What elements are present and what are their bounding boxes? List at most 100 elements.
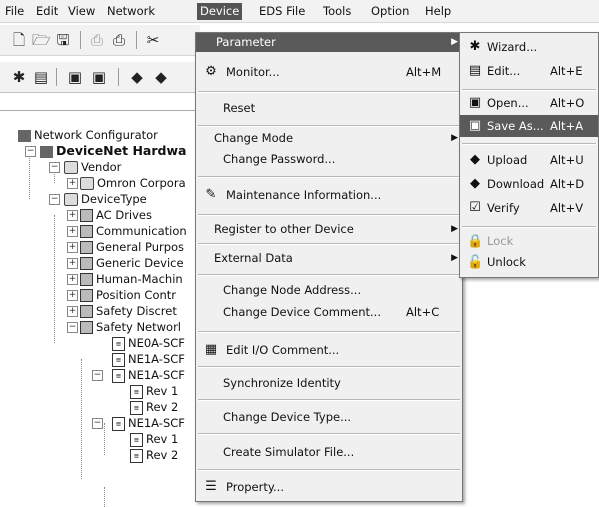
menu-eds-file[interactable]: EDS File <box>256 3 308 20</box>
eds-device-icon: ≡ <box>112 352 125 367</box>
tree-group-safety-discrete[interactable]: Safety Discret <box>80 303 177 319</box>
tree-device[interactable]: ≡ NE0A-SCF <box>112 335 185 351</box>
tree-device[interactable]: ≡ NE1A-SCF <box>112 415 185 431</box>
menu-file[interactable]: File <box>2 3 27 20</box>
menu-help[interactable]: Help <box>422 3 454 20</box>
menu-item-lock[interactable]: 🔒 Lock <box>460 231 598 252</box>
menu-separator <box>462 226 596 228</box>
device-group-icon <box>80 289 93 302</box>
submenu-arrow-icon: ▶ <box>451 224 458 234</box>
print-icon[interactable]: ⎙ <box>88 31 106 49</box>
expand-toggle[interactable]: + <box>67 242 78 253</box>
tree-group-ac-drives[interactable]: AC Drives <box>80 207 152 223</box>
tree-group-communication[interactable]: Communication <box>80 223 187 239</box>
menu-item-open[interactable]: ▣ Open... Alt+O <box>460 91 598 115</box>
expand-toggle[interactable]: + <box>67 226 78 237</box>
collapse-toggle[interactable]: − <box>49 162 60 173</box>
tree-group-generic-device[interactable]: Generic Device <box>80 255 184 271</box>
device-group-icon <box>80 225 93 238</box>
device-menu: Parameter ▶ ⚙ Monitor... Alt+M Reset Cha… <box>195 32 463 502</box>
device-group-icon <box>80 257 93 270</box>
menu-item-unlock[interactable]: 🔓 Unlock <box>460 252 598 273</box>
menu-item-maintenance[interactable]: ✎ Maintenance Information... <box>196 182 462 208</box>
menu-item-change-device-type[interactable]: Change Device Type... <box>196 404 462 430</box>
eds-device-icon: ≡ <box>112 336 125 351</box>
tree-revision[interactable]: ≡ Rev 2 <box>130 447 178 463</box>
menu-item-save-as[interactable]: ▣ Save As... Alt+A <box>460 115 598 137</box>
menu-option[interactable]: Option <box>368 3 412 20</box>
tree-group-position-controller[interactable]: Position Contr <box>80 287 176 303</box>
open-folder-icon[interactable]: 🗁 <box>32 31 51 49</box>
menu-network[interactable]: Network <box>104 3 158 20</box>
eds-device-icon: ≡ <box>130 400 143 415</box>
open-icon: ▣ <box>468 95 482 110</box>
toolbar-main: 🗋 🗁 🖫 ⎙ ⎙ ✂ <box>0 25 200 56</box>
expand-toggle[interactable]: + <box>67 258 78 269</box>
menu-item-edit-io-comment[interactable]: ▦ Edit I/O Comment... <box>196 337 462 363</box>
menu-item-parameter[interactable]: Parameter ▶ <box>196 33 462 52</box>
tree-hardware[interactable]: DeviceNet Hardwa <box>40 143 186 159</box>
wizard-icon[interactable]: ✱ <box>10 68 28 86</box>
menu-view[interactable]: View <box>65 3 98 20</box>
edit-icon: ▤ <box>468 63 482 78</box>
tree-revision[interactable]: ≡ Rev 1 <box>130 431 178 447</box>
menu-item-download[interactable]: ◆ Download Alt+D <box>460 172 598 196</box>
submenu-arrow-icon: ▶ <box>451 253 458 263</box>
expand-toggle[interactable]: + <box>67 290 78 301</box>
cut-icon[interactable]: ✂ <box>144 31 162 49</box>
maintenance-icon: ✎ <box>205 187 217 202</box>
expand-toggle[interactable]: + <box>67 274 78 285</box>
tree-root[interactable]: Network Configurator <box>18 127 158 143</box>
tree-group-safety-network[interactable]: Safety Networl <box>80 319 181 335</box>
save-parameter-icon[interactable]: ▣ <box>90 68 108 86</box>
menu-device[interactable]: Device <box>197 3 243 20</box>
menu-item-synchronize-identity[interactable]: Synchronize Identity <box>196 370 462 396</box>
tree-devicetype[interactable]: DeviceType <box>64 191 147 207</box>
eds-device-icon: ≡ <box>130 432 143 447</box>
menu-item-create-simulator-file[interactable]: Create Simulator File... <box>196 439 462 465</box>
expand-toggle[interactable]: + <box>67 210 78 221</box>
tree-group-general-purpose[interactable]: General Purpos <box>80 239 184 255</box>
menu-item-wizard[interactable]: ✱ Wizard... <box>460 35 598 59</box>
eds-device-icon: ≡ <box>112 416 125 431</box>
expand-toggle[interactable]: + <box>67 178 78 189</box>
menu-item-verify[interactable]: ☑ Verify Alt+V <box>460 196 598 220</box>
collapse-toggle[interactable]: − <box>92 418 103 429</box>
menu-separator <box>198 399 460 401</box>
menu-item-upload[interactable]: ◆ Upload Alt+U <box>460 148 598 172</box>
menu-item-reset[interactable]: Reset <box>196 95 462 121</box>
collapse-toggle[interactable]: − <box>49 194 60 205</box>
collapse-toggle[interactable]: − <box>92 370 103 381</box>
wizard-icon: ✱ <box>469 39 481 54</box>
menu-item-external-data[interactable]: External Data ▶ <box>196 245 462 271</box>
menu-item-monitor[interactable]: ⚙ Monitor... Alt+M <box>196 59 462 85</box>
new-file-icon[interactable]: 🗋 <box>10 31 28 49</box>
expand-toggle[interactable]: + <box>67 306 78 317</box>
tree-vendor[interactable]: Vendor <box>64 159 121 175</box>
tree-omron[interactable]: Omron Corpora <box>80 175 186 191</box>
tree-group-hmi[interactable]: Human-Machin <box>80 271 183 287</box>
download-icon[interactable]: ◆ <box>152 68 170 86</box>
tree-device[interactable]: ≡ NE1A-SCF <box>112 367 185 383</box>
save-icon[interactable]: 🖫 <box>54 31 72 49</box>
tree-device[interactable]: ≡ NE1A-SCF <box>112 351 185 367</box>
tree-revision[interactable]: ≡ Rev 2 <box>130 399 178 415</box>
toolbar-device: ✱ ▤ ▣ ▣ ◆ ◆ <box>0 62 200 93</box>
menu-item-register[interactable]: Register to other Device ▶ <box>196 216 462 242</box>
menu-edit[interactable]: Edit <box>33 3 61 20</box>
open-parameter-icon[interactable]: ▣ <box>66 68 84 86</box>
collapse-toggle[interactable]: − <box>67 322 78 333</box>
tree-revision[interactable]: ≡ Rev 1 <box>130 383 178 399</box>
print-preview-icon[interactable]: ⎙ <box>110 31 128 49</box>
menu-item-change-device-comment[interactable]: Change Device Comment... Alt+C <box>196 301 462 323</box>
collapse-toggle[interactable]: − <box>25 146 36 157</box>
edit-parameter-icon[interactable]: ▤ <box>32 68 50 86</box>
upload-icon[interactable]: ◆ <box>128 68 146 86</box>
menu-item-property[interactable]: ☰ Property... <box>196 474 462 500</box>
menu-item-change-password[interactable]: Change Password... <box>196 149 462 170</box>
menu-separator <box>462 143 596 145</box>
menu-item-edit[interactable]: ▤ Edit... Alt+E <box>460 59 598 83</box>
menu-item-change-mode[interactable]: Change Mode ▶ <box>196 128 462 149</box>
menu-tools[interactable]: Tools <box>320 3 354 20</box>
menu-item-change-node-address[interactable]: Change Node Address... <box>196 279 462 301</box>
